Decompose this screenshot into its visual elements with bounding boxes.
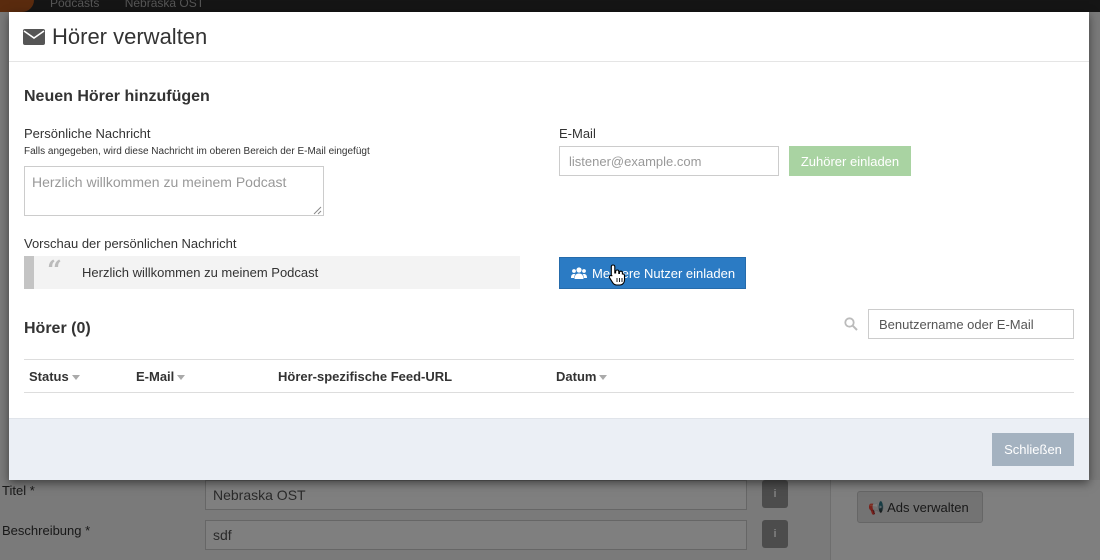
- listeners-heading: Hörer (0): [24, 320, 91, 337]
- invite-multiple-button[interactable]: Mehrere Nutzer einladen: [559, 257, 746, 289]
- search-icon: [844, 317, 858, 331]
- message-preview-text: Herzlich willkommen zu meinem Podcast: [82, 265, 319, 280]
- envelope-icon: [23, 28, 45, 45]
- column-feed-url: Hörer-spezifische Feed-URL: [278, 369, 452, 384]
- message-preview: “ Herzlich willkommen zu meinem Podcast: [24, 256, 520, 289]
- column-status[interactable]: Status: [29, 369, 80, 384]
- column-feed-url-label: Hörer-spezifische Feed-URL: [278, 369, 453, 384]
- sort-caret-icon: [177, 375, 186, 381]
- personal-message-label: Persönliche Nachricht: [24, 126, 151, 141]
- email-input[interactable]: [559, 146, 779, 176]
- column-email[interactable]: E-Mail: [136, 369, 186, 384]
- users-icon: [571, 267, 587, 279]
- personal-message-hint: Falls angegeben, wird diese Nachricht im…: [24, 146, 370, 157]
- column-date[interactable]: Datum: [556, 369, 608, 384]
- resize-handle-icon[interactable]: [312, 205, 322, 215]
- email-label: E-Mail: [559, 126, 596, 141]
- quote-icon: “: [47, 256, 62, 286]
- sort-caret-icon: [599, 375, 608, 381]
- personal-message-textarea[interactable]: [24, 166, 324, 216]
- hand-cursor-icon: [608, 264, 626, 286]
- column-date-label: Datum: [556, 369, 597, 384]
- modal-footer: Schließen: [9, 418, 1089, 480]
- listeners-table-header: Status E-Mail Hörer-spezifische Feed-URL…: [24, 359, 1074, 393]
- sort-caret-icon: [71, 375, 80, 381]
- preview-label: Vorschau der persönlichen Nachricht: [24, 236, 237, 251]
- column-status-label: Status: [29, 369, 69, 384]
- column-email-label: E-Mail: [136, 369, 175, 384]
- close-button[interactable]: Schließen: [992, 433, 1074, 466]
- modal-title: Hörer verwalten: [52, 23, 208, 49]
- listener-search-input[interactable]: [868, 309, 1074, 339]
- invite-listener-button[interactable]: Zuhörer einladen: [789, 146, 911, 176]
- modal-header: Hörer verwalten: [9, 12, 1089, 62]
- manage-listeners-modal: Hörer verwalten Neuen Hörer hinzufügen P…: [9, 12, 1089, 480]
- add-listener-heading: Neuen Hörer hinzufügen: [24, 88, 210, 105]
